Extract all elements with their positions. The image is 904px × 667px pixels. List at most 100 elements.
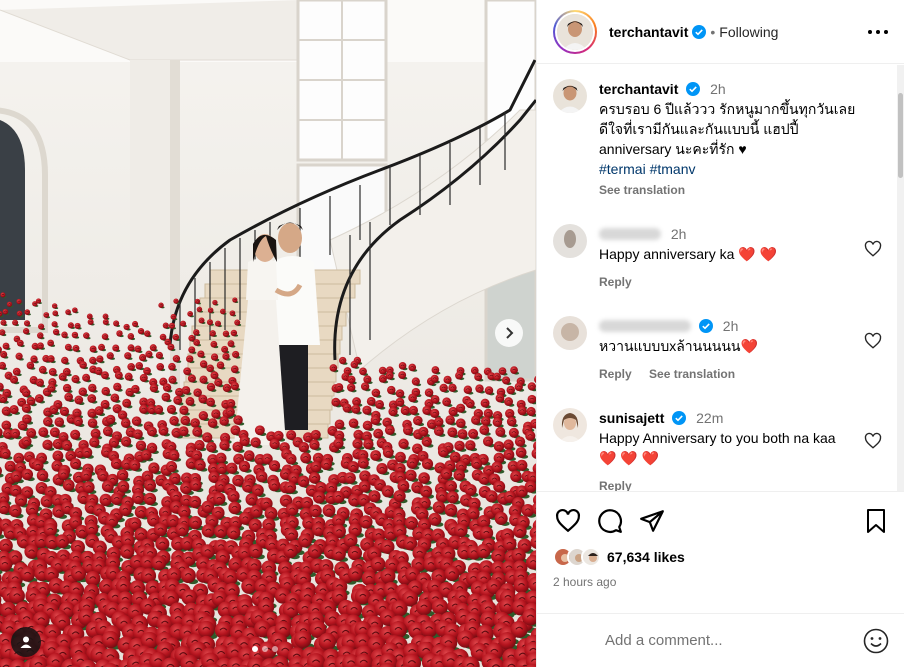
- rose: [491, 461, 503, 473]
- rose: [350, 360, 359, 369]
- rose: [158, 302, 164, 308]
- more-options-button[interactable]: [866, 20, 890, 44]
- save-button[interactable]: [861, 506, 891, 536]
- rose: [384, 425, 395, 436]
- emoji-icon[interactable]: [863, 628, 889, 654]
- share-button[interactable]: [637, 506, 667, 536]
- rose: [106, 352, 114, 360]
- rose: [415, 507, 429, 521]
- post-timestamp[interactable]: 2 hours ago: [553, 575, 891, 589]
- rose: [132, 491, 145, 505]
- rose: [178, 426, 189, 437]
- comment-button[interactable]: [595, 506, 625, 536]
- comment-row: sunisajett 22m Happy Anniversary to you …: [553, 408, 882, 491]
- rose: [168, 362, 176, 371]
- commenter-username-blurred[interactable]: [599, 228, 661, 240]
- rose: [368, 490, 381, 503]
- rose: [189, 479, 202, 492]
- rose: [444, 503, 458, 517]
- rose: [214, 320, 222, 327]
- rose: [116, 330, 123, 337]
- reply-button[interactable]: Reply: [599, 275, 632, 289]
- user-tags-button[interactable]: [11, 627, 41, 657]
- like-comment-heart-icon[interactable]: [864, 332, 882, 350]
- see-translation-button[interactable]: See translation: [649, 367, 735, 381]
- rose: [421, 458, 434, 470]
- commenter-username[interactable]: sunisajett: [599, 410, 664, 426]
- rose: [220, 308, 226, 315]
- rose: [219, 439, 230, 451]
- rose: [448, 383, 457, 392]
- rose: [19, 566, 36, 582]
- rose: [348, 418, 359, 429]
- commenter-avatar[interactable]: [553, 224, 587, 258]
- commenter-avatar[interactable]: [553, 316, 587, 350]
- rose: [332, 490, 345, 504]
- rose: [10, 470, 23, 483]
- caption-text-line2: ดีใจที่เรามีกันและกันแบบนี้ แฮปปี้: [599, 121, 799, 137]
- commenter-avatar[interactable]: [553, 408, 587, 442]
- rose: [446, 491, 459, 504]
- scrollbar-thumb[interactable]: [898, 93, 903, 178]
- comment-text: หวานแบบบxล้านนนนน: [599, 338, 741, 354]
- rose: [64, 392, 74, 402]
- author-avatar[interactable]: [553, 9, 597, 54]
- comment-emoji: ❤️: [740, 338, 758, 354]
- rose: [87, 394, 97, 403]
- comments-scrollbar[interactable]: [897, 65, 904, 491]
- rose: [22, 414, 32, 424]
- rose: [370, 415, 381, 426]
- comments-list: terchantavit 2h ครบรอบ 6 ปีแล้ววว รักหนู…: [537, 65, 898, 491]
- rose: [506, 385, 515, 395]
- like-comment-heart-icon[interactable]: [864, 432, 882, 450]
- rose: [38, 427, 49, 438]
- caption-see-translation[interactable]: See translation: [599, 183, 685, 197]
- rose: [493, 441, 505, 452]
- caption-avatar[interactable]: [553, 79, 587, 113]
- rose: [190, 418, 200, 428]
- reply-button[interactable]: Reply: [599, 479, 632, 491]
- author-username[interactable]: terchantavit: [609, 24, 688, 40]
- rose: [210, 371, 219, 380]
- rose: [331, 546, 346, 561]
- rose: [166, 404, 177, 415]
- rose: [402, 425, 413, 436]
- rose: [447, 427, 458, 438]
- verified-badge-icon: [692, 24, 707, 39]
- commenter-username-blurred[interactable]: [599, 320, 691, 332]
- avatar-image: [553, 316, 587, 350]
- rose: [227, 490, 240, 503]
- more-options-icon: [868, 29, 888, 34]
- rose: [468, 428, 479, 439]
- rose: [101, 480, 114, 493]
- rose: [227, 340, 235, 348]
- likers-avatars[interactable]: [553, 547, 601, 567]
- rose: [269, 438, 280, 450]
- like-button[interactable]: [553, 506, 583, 536]
- rose: [16, 298, 22, 305]
- rose: [61, 356, 69, 365]
- rose: [206, 364, 215, 373]
- rose: [61, 440, 73, 451]
- reply-button[interactable]: Reply: [599, 367, 632, 381]
- rose: [122, 398, 132, 408]
- rose: [310, 461, 322, 473]
- rose: [22, 328, 30, 335]
- rose: [102, 319, 109, 326]
- caption-hashtags[interactable]: #termai #tmanv: [599, 161, 695, 177]
- rose: [495, 393, 505, 403]
- next-photo-button[interactable]: [495, 319, 523, 347]
- likes-count[interactable]: 67,634 likes: [607, 549, 685, 565]
- rose: [113, 320, 120, 327]
- comment-input[interactable]: [553, 632, 863, 649]
- caption-username[interactable]: terchantavit: [599, 81, 678, 97]
- rose: [62, 383, 72, 393]
- following-button[interactable]: Following: [719, 24, 778, 40]
- rose: [493, 480, 506, 493]
- rose: [347, 375, 356, 384]
- like-comment-heart-icon[interactable]: [864, 240, 882, 258]
- rose: [482, 436, 494, 447]
- rose: [284, 481, 297, 494]
- rose: [62, 479, 75, 492]
- rose: [210, 353, 219, 361]
